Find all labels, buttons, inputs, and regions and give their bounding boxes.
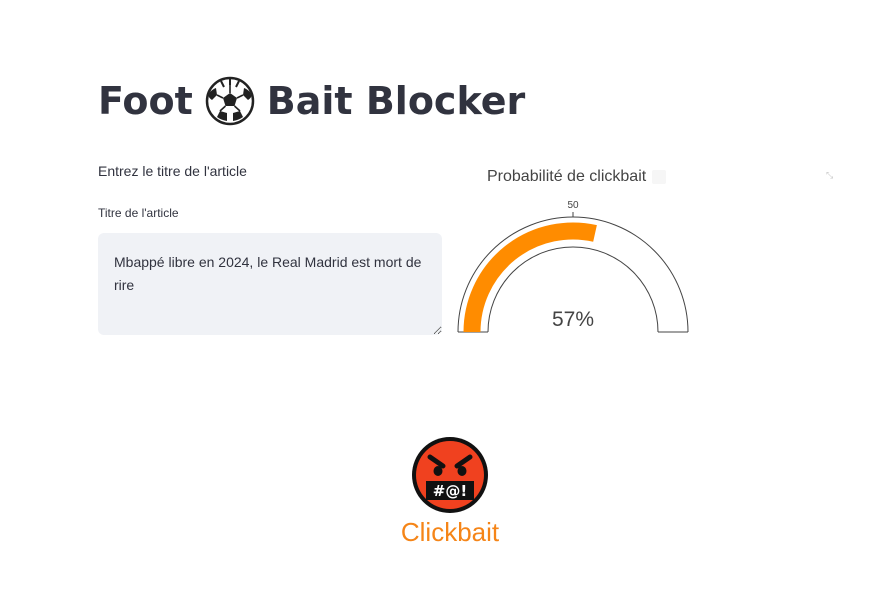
gauge-tick-label: 50 bbox=[567, 200, 579, 211]
result-label: Clickbait bbox=[400, 517, 500, 547]
cursing-face-icon: #@! bbox=[410, 435, 490, 515]
gauge-value-text: 57% bbox=[552, 308, 594, 331]
app-page: Foot Bait Blocker Entrez le titre de l'a… bbox=[0, 0, 883, 605]
svg-text:#@!: #@! bbox=[433, 482, 467, 500]
